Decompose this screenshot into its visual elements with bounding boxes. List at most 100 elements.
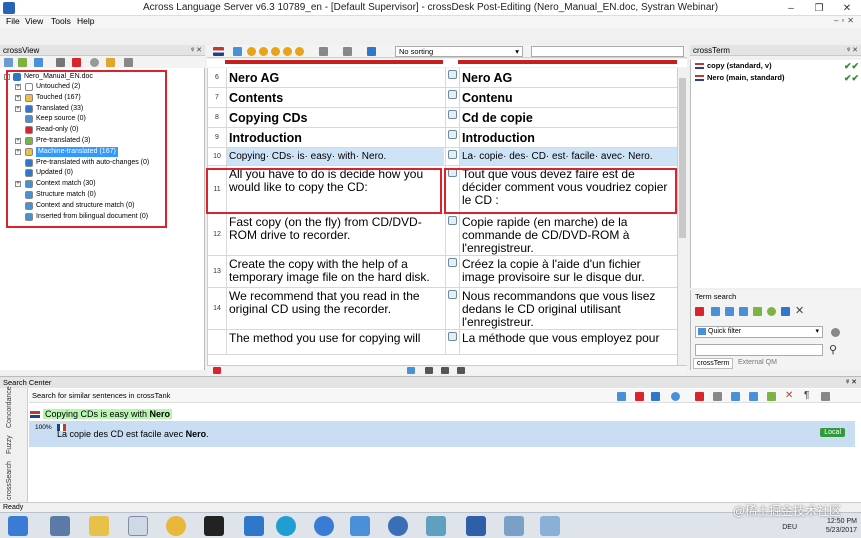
sorting-dropdown[interactable]: No sorting ▾ xyxy=(395,46,523,57)
status-icon-3[interactable] xyxy=(271,47,280,56)
segment-row[interactable]: 8 Copying CDs Cd de copie xyxy=(208,108,678,128)
expand-icon[interactable]: + xyxy=(15,105,21,112)
segment-target[interactable]: Tout que vous devez faire est de décider… xyxy=(459,166,678,213)
collapse-icon[interactable]: - xyxy=(4,74,10,80)
prev-status-icon[interactable] xyxy=(247,47,256,56)
pilcrow-icon[interactable]: ¶ xyxy=(804,389,809,403)
quick-filter-dropdown[interactable]: Quick filter ▾ xyxy=(695,326,823,338)
app-icon[interactable] xyxy=(504,516,524,536)
search-icon[interactable]: ⚲ xyxy=(829,343,837,356)
segment-target[interactable]: Cd de copie xyxy=(459,108,678,127)
system-tray[interactable]: DEU 12:50 PM 5/23/2017 xyxy=(782,517,857,535)
underline-icon[interactable] xyxy=(457,367,465,374)
edit-term-icon[interactable] xyxy=(781,307,790,316)
app-icon[interactable] xyxy=(426,516,446,536)
app-icon[interactable] xyxy=(350,516,370,536)
segment-target[interactable]: Contenu xyxy=(459,88,678,107)
pin-icon[interactable]: ᵠ ✕ xyxy=(846,377,857,388)
status-icon-4[interactable] xyxy=(283,47,292,56)
menu-file[interactable]: File xyxy=(6,16,20,26)
segment-target[interactable]: Introduction xyxy=(459,128,678,147)
italic-icon[interactable] xyxy=(441,367,449,374)
zoom-out-icon[interactable] xyxy=(343,47,352,56)
segment-row[interactable]: 12 Fast copy (on the fly) from CD/DVD-ROM… xyxy=(208,214,678,256)
tab-fuzzy[interactable]: Fuzzy xyxy=(6,435,13,454)
term-page-icon[interactable] xyxy=(725,307,734,316)
tab-crosssearch[interactable]: crossSearch xyxy=(6,461,13,500)
segment-status[interactable] xyxy=(445,108,458,127)
segment-target[interactable]: La· copie· des· CD· est· facile· avec· N… xyxy=(459,148,678,165)
lock-icon[interactable] xyxy=(56,58,65,67)
segment-source[interactable]: Contents xyxy=(226,88,444,107)
term-entry[interactable]: Nero (main, standard) ✔✔ xyxy=(693,72,859,84)
status-icon-5[interactable] xyxy=(295,47,304,56)
delete-icon[interactable]: ✕ xyxy=(785,389,793,403)
menu-tools[interactable]: Tools xyxy=(51,16,71,26)
term-detail-icon[interactable] xyxy=(739,307,748,316)
segment-source[interactable]: Create the copy with the help of a tempo… xyxy=(226,256,444,287)
paint-icon[interactable] xyxy=(540,516,560,536)
next-status-icon[interactable] xyxy=(259,47,268,56)
across-icon[interactable] xyxy=(466,516,486,536)
settings-icon[interactable] xyxy=(821,392,830,401)
segment-row[interactable]: 11 All you have to do is decide how you w… xyxy=(208,166,678,214)
pin-icon[interactable]: ᵠ ✕ xyxy=(191,45,202,56)
segment-source[interactable]: Nero AG xyxy=(226,68,444,87)
segment-target[interactable]: Nous recommandons que vous lisez dedans … xyxy=(459,288,678,329)
tab-concordance[interactable]: Concordance xyxy=(6,386,13,428)
expand-icon[interactable]: + xyxy=(15,84,21,90)
paste-icon[interactable] xyxy=(749,392,758,401)
flag-icon[interactable] xyxy=(635,392,644,401)
tab-crossterm[interactable]: crossTerm xyxy=(693,358,734,369)
minimize-button[interactable]: – xyxy=(777,0,805,16)
ie-icon[interactable] xyxy=(314,516,334,536)
expand-icon[interactable]: + xyxy=(15,138,21,144)
expand-icon[interactable]: + xyxy=(15,94,21,101)
computer-icon[interactable] xyxy=(50,516,70,536)
skype-icon[interactable] xyxy=(276,516,296,536)
term-entry[interactable]: copy (standard, v) ✔✔ xyxy=(693,60,859,72)
scrollbar-thumb[interactable] xyxy=(679,78,686,238)
terminal-icon[interactable] xyxy=(204,516,224,536)
grid-scrollbar[interactable] xyxy=(677,68,687,365)
zoom-icon[interactable] xyxy=(319,47,328,56)
segment-status[interactable] xyxy=(445,128,458,147)
close-icon[interactable]: ✕ xyxy=(795,304,804,317)
copy-icon[interactable] xyxy=(731,392,740,401)
expand-icon[interactable] xyxy=(18,58,27,67)
segment-row[interactable]: 13 Create the copy with the help of a tem… xyxy=(208,256,678,288)
tree-view-icon[interactable] xyxy=(4,58,13,67)
term-search-input[interactable] xyxy=(695,344,823,356)
segment-target[interactable]: Copie rapide (en marche) de la commande … xyxy=(459,214,678,255)
segment-source[interactable]: We recommend that you read in the origin… xyxy=(226,288,444,329)
segment-row[interactable]: 9 Introduction Introduction xyxy=(208,128,678,148)
refresh-icon[interactable] xyxy=(767,307,776,316)
flag-icon[interactable] xyxy=(213,367,221,374)
segment-target[interactable]: La méthode que vous employez pour xyxy=(459,330,678,354)
segment-target[interactable]: Créez la copie à l'aide d'un fichier ima… xyxy=(459,256,678,287)
segment-status[interactable] xyxy=(445,288,458,329)
nav-icon[interactable] xyxy=(617,392,626,401)
match-target-row[interactable]: 100% La copie des CD est facile avec Ner… xyxy=(29,421,855,447)
segment-row[interactable]: 14 We recommend that you read in the orig… xyxy=(208,288,678,330)
mdi-controls[interactable]: ‒▫✕ xyxy=(834,16,857,25)
segment-row[interactable]: 7 Contents Contenu xyxy=(208,88,678,108)
segment-nav-icon[interactable] xyxy=(233,47,242,56)
segment-source[interactable]: Introduction xyxy=(226,128,444,147)
format-icon[interactable] xyxy=(407,367,415,374)
segment-status[interactable] xyxy=(445,68,458,87)
menu-view[interactable]: View xyxy=(25,16,43,26)
menu-help[interactable]: Help xyxy=(77,16,94,26)
segment-source[interactable]: The method you use for copying will xyxy=(226,330,444,354)
segment-target[interactable]: Nero AG xyxy=(459,68,678,87)
toolbar-search-field[interactable] xyxy=(531,46,684,57)
segment-status[interactable] xyxy=(445,256,458,287)
filter-icon[interactable] xyxy=(124,58,133,67)
segment-source[interactable]: Copying CDs xyxy=(226,108,444,127)
expand-icon[interactable]: + xyxy=(15,148,21,155)
segment-source[interactable]: Copying· CDs· is· easy· with· Nero. xyxy=(226,148,444,165)
segment-source[interactable]: Fast copy (on the fly) from CD/DVD-ROM d… xyxy=(226,214,444,255)
maximize-button[interactable]: ❐ xyxy=(805,0,833,16)
info-icon[interactable] xyxy=(671,392,680,401)
segment-status[interactable] xyxy=(445,166,458,213)
